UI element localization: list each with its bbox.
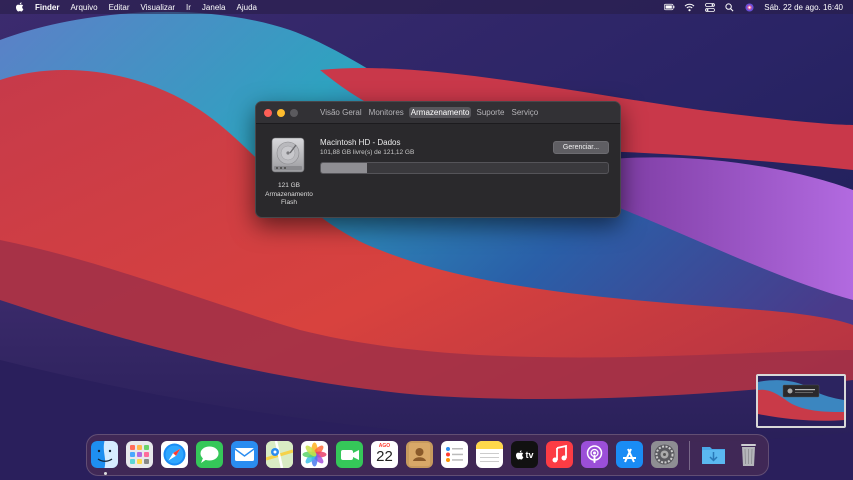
storage-used-fill bbox=[321, 163, 367, 173]
dock-trash-icon[interactable] bbox=[735, 441, 762, 468]
menu-visualizar[interactable]: Visualizar bbox=[140, 3, 175, 12]
about-this-mac-window: Visão Geral Monitores Armazenamento Supo… bbox=[255, 101, 621, 218]
battery-icon[interactable] bbox=[664, 2, 675, 12]
tab-servico[interactable]: Serviço bbox=[510, 107, 541, 118]
menu-janela[interactable]: Janela bbox=[202, 3, 226, 12]
title-bar: Visão Geral Monitores Armazenamento Supo… bbox=[256, 102, 620, 124]
tab-armazenamento[interactable]: Armazenamento bbox=[408, 107, 472, 118]
dock-system-preferences-icon[interactable] bbox=[651, 441, 678, 468]
dock-reminders-icon[interactable] bbox=[441, 441, 468, 468]
search-icon[interactable] bbox=[724, 2, 735, 12]
window-controls bbox=[264, 108, 298, 117]
volume-name: Macintosh HD - Dados bbox=[320, 138, 401, 147]
dock-contacts-icon[interactable] bbox=[406, 441, 433, 468]
control-center-icon[interactable] bbox=[704, 2, 715, 12]
calendar-day: 22 bbox=[376, 448, 393, 465]
dock-notes-icon[interactable] bbox=[476, 441, 503, 468]
drive-caption: 121 GB Armazenamento Flash bbox=[258, 182, 320, 208]
screenshot-preview-image bbox=[758, 376, 844, 426]
menu-ajuda[interactable]: Ajuda bbox=[237, 3, 257, 12]
dock-separator bbox=[689, 441, 690, 470]
menu-arquivo[interactable]: Arquivo bbox=[70, 3, 97, 12]
tab-visao-geral[interactable]: Visão Geral bbox=[318, 107, 364, 118]
minimize-button[interactable] bbox=[277, 108, 285, 117]
storage-usage-bar bbox=[320, 162, 609, 174]
tab-suporte[interactable]: Suporte bbox=[474, 107, 506, 118]
dock-apple-tv-icon[interactable]: tv bbox=[511, 441, 538, 468]
wifi-icon[interactable] bbox=[684, 2, 695, 12]
menu-app-finder[interactable]: Finder bbox=[35, 3, 59, 12]
manage-button[interactable]: Gerenciar... bbox=[553, 141, 609, 154]
clock[interactable]: Sáb. 22 de ago. 16:40 bbox=[764, 3, 843, 12]
dock-downloads-folder-icon[interactable] bbox=[700, 441, 727, 468]
dock-safari-icon[interactable] bbox=[161, 441, 188, 468]
finder-running-indicator bbox=[104, 472, 107, 475]
dock-launchpad-icon[interactable] bbox=[126, 441, 153, 468]
dock-messages-icon[interactable] bbox=[196, 441, 223, 468]
desktop-wallpaper bbox=[0, 0, 853, 480]
dock-music-icon[interactable] bbox=[546, 441, 573, 468]
siri-icon[interactable] bbox=[744, 2, 755, 12]
dock-calendar-icon[interactable]: AGO 22 bbox=[371, 441, 398, 468]
menu-editar[interactable]: Editar bbox=[109, 3, 130, 12]
tab-bar: Visão Geral Monitores Armazenamento Supo… bbox=[318, 107, 540, 118]
apple-tv-label: tv bbox=[525, 449, 534, 460]
hard-drive-icon bbox=[270, 137, 306, 173]
drive-type: Armazenamento Flash bbox=[265, 190, 313, 207]
screenshot-thumbnail[interactable] bbox=[756, 374, 846, 428]
dock-facetime-icon[interactable] bbox=[336, 441, 363, 468]
dock-podcasts-icon[interactable] bbox=[581, 441, 608, 468]
dock-maps-icon[interactable] bbox=[266, 441, 293, 468]
apple-logo-small-icon bbox=[516, 449, 524, 459]
close-button[interactable] bbox=[264, 108, 272, 117]
drive-capacity: 121 GB bbox=[277, 182, 301, 189]
dock-finder-icon[interactable] bbox=[91, 441, 118, 468]
apple-logo-icon[interactable] bbox=[13, 1, 25, 13]
dock-app-store-icon[interactable] bbox=[616, 441, 643, 468]
dock: AGO 22 tv bbox=[86, 434, 769, 476]
menu-ir[interactable]: Ir bbox=[186, 3, 191, 12]
tab-monitores[interactable]: Monitores bbox=[367, 107, 406, 118]
volume-free-space: 101,88 GB livre(s) de 121,12 GB bbox=[320, 149, 415, 156]
dock-mail-icon[interactable] bbox=[231, 441, 258, 468]
status-area: Sáb. 22 de ago. 16:40 bbox=[664, 0, 843, 14]
menu-bar: Finder Arquivo Editar Visualizar Ir Jane… bbox=[0, 0, 853, 14]
dock-photos-icon[interactable] bbox=[301, 441, 328, 468]
zoom-button bbox=[290, 108, 298, 117]
